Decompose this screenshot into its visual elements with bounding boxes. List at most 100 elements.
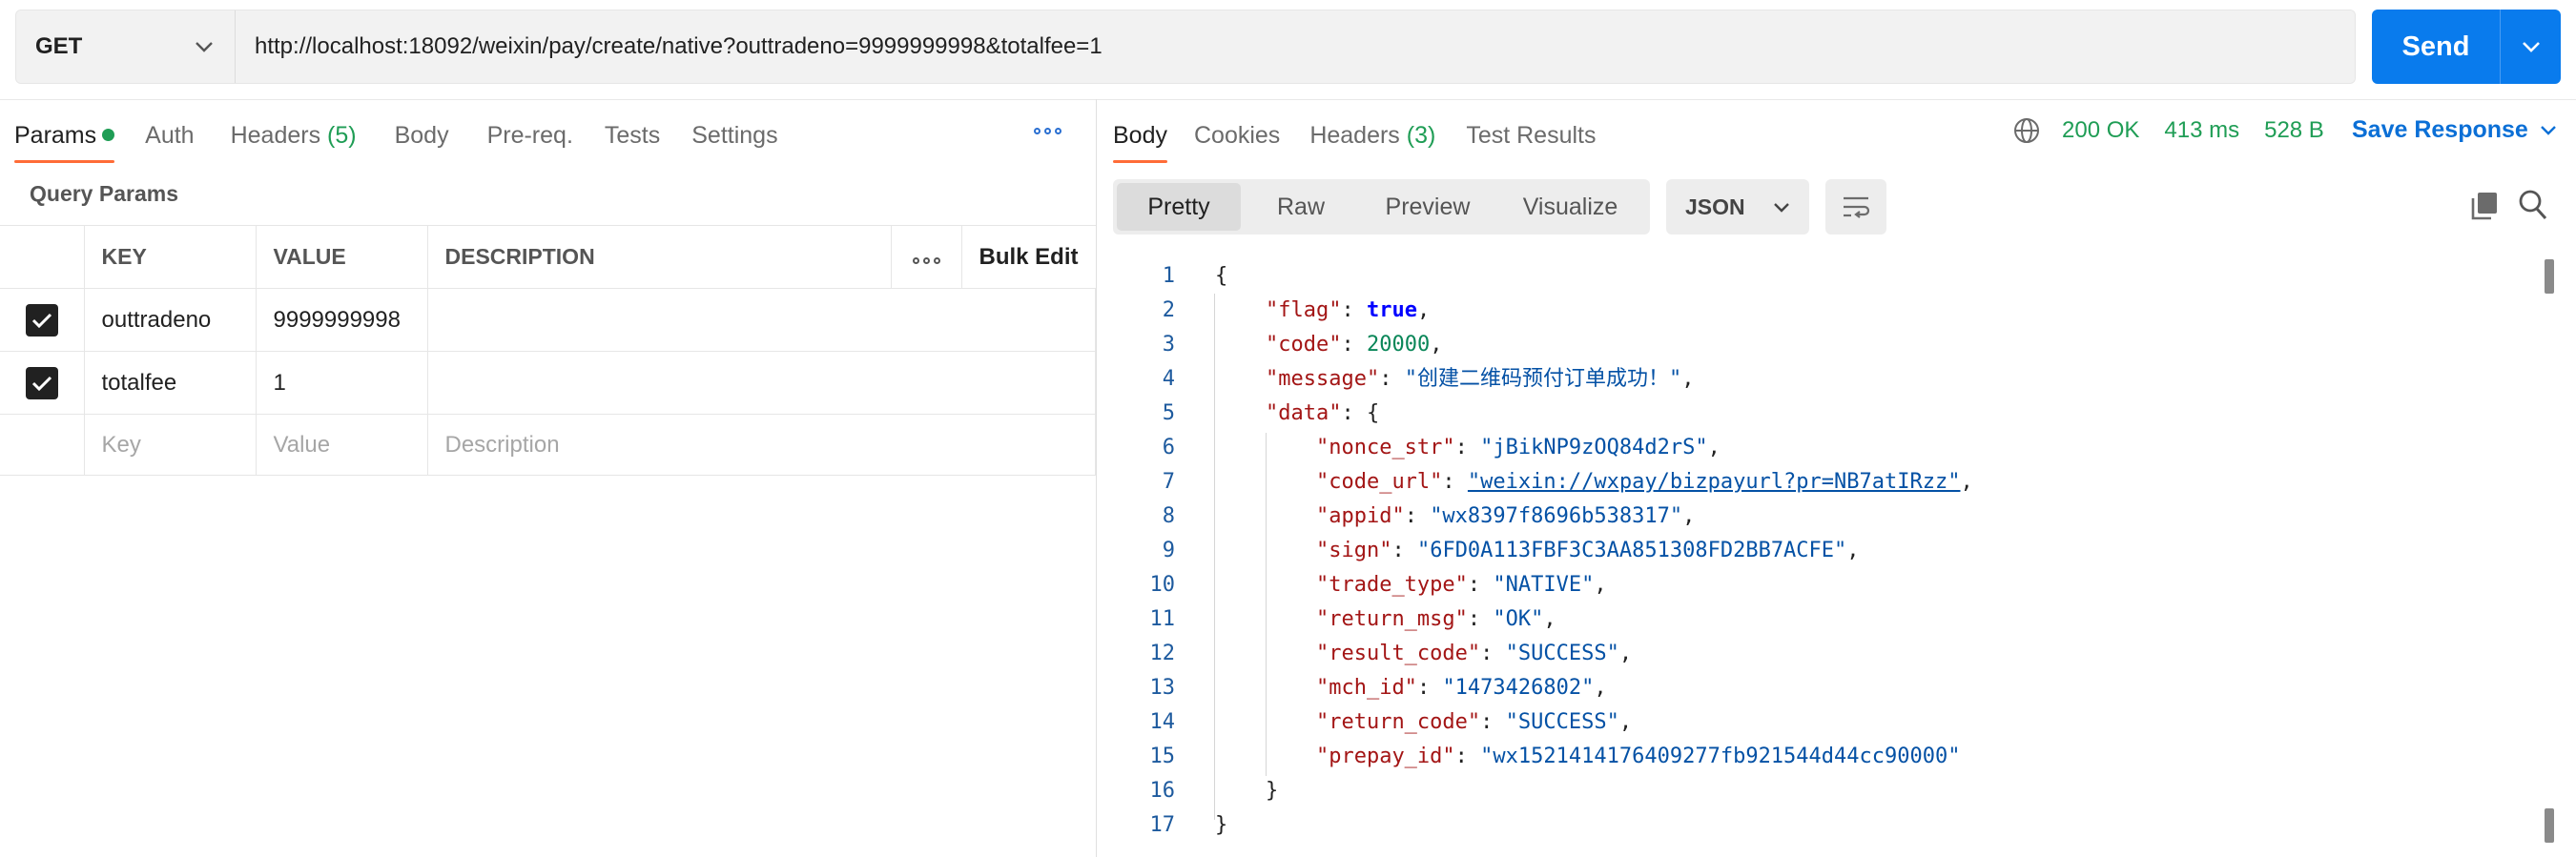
code-line: 8 "appid": "wx8397f8696b538317", <box>1125 500 2537 534</box>
line-number: 7 <box>1162 470 1175 494</box>
line-number: 1 <box>1162 264 1175 288</box>
code-token: : <box>1480 642 1506 665</box>
code-token: : <box>1341 333 1367 357</box>
code-text: } <box>1175 808 1227 843</box>
params-active-dot <box>102 129 115 141</box>
check-icon <box>31 376 52 391</box>
code-token: : <box>1416 676 1443 700</box>
tab-prereq[interactable]: Pre-req. <box>487 106 573 163</box>
value-column-header: VALUE <box>255 225 428 289</box>
key-column-header: KEY <box>83 225 257 289</box>
code-token: "NATIVE" <box>1493 573 1595 597</box>
code-text: "trade_type": "NATIVE", <box>1175 568 1607 602</box>
new-value-input[interactable]: Value <box>255 414 428 476</box>
search-icon <box>2519 190 2547 220</box>
code-token: "OK" <box>1493 607 1544 631</box>
code-line: 10 "trade_type": "NATIVE", <box>1125 568 2537 602</box>
tab-response-body[interactable]: Body <box>1113 106 1167 163</box>
more-options-icon[interactable] <box>1034 128 1061 134</box>
table-row: outtradeno 9999999998 <box>0 288 1096 352</box>
bulk-edit-button[interactable]: Bulk Edit <box>960 225 1096 289</box>
response-size[interactable]: 528 B <box>2264 117 2324 144</box>
tab-cookies[interactable]: Cookies <box>1194 106 1280 163</box>
line-number: 12 <box>1149 642 1176 665</box>
scroll-marker-bottom[interactable] <box>2545 808 2554 843</box>
row-checkbox[interactable] <box>25 366 58 399</box>
line-number: 6 <box>1162 436 1175 459</box>
chevron-down-icon <box>1774 202 1789 213</box>
code-token: , <box>1846 539 1860 562</box>
status-code[interactable]: 200 OK <box>2062 117 2139 144</box>
globe-icon[interactable] <box>2012 116 2041 145</box>
param-value-cell[interactable]: 9999999998 <box>255 288 428 352</box>
tab-settings[interactable]: Settings <box>691 106 777 163</box>
save-response-button[interactable]: Save Response <box>2352 116 2557 144</box>
description-column-header: DESCRIPTION <box>426 225 892 289</box>
copy-button[interactable] <box>2470 191 2499 226</box>
search-button[interactable] <box>2518 189 2548 226</box>
code-text: "prepay_id": "wx1521414176409277fb921544… <box>1175 740 1961 774</box>
response-tabs: Body Cookies Headers (3) Test Results <box>1113 106 1597 163</box>
param-description-cell[interactable] <box>426 288 1096 352</box>
method-select[interactable]: GET <box>16 10 236 83</box>
toolbar-divider <box>0 99 2576 100</box>
mode-pretty[interactable]: Pretty <box>1117 183 1241 231</box>
param-value-cell[interactable]: 1 <box>255 351 428 415</box>
tab-params[interactable]: Params <box>14 106 115 163</box>
tab-headers[interactable]: Headers (5) <box>231 106 357 163</box>
mode-preview[interactable]: Preview <box>1361 183 1494 231</box>
code-text: "message": "创建二维码预付订单成功！", <box>1175 362 1694 397</box>
code-token: "return_msg" <box>1315 607 1468 631</box>
row-checkbox[interactable] <box>25 303 58 337</box>
param-key-cell[interactable]: outtradeno <box>83 288 257 352</box>
format-select[interactable]: JSON <box>1666 179 1809 235</box>
new-description-input[interactable]: Description <box>426 414 1096 476</box>
code-text: "return_msg": "OK", <box>1175 602 1556 637</box>
tab-test-results-label: Test Results <box>1466 122 1597 149</box>
line-number: 5 <box>1162 401 1175 425</box>
code-token: "prepay_id" <box>1315 745 1455 768</box>
tab-tests-label: Tests <box>604 122 661 149</box>
tab-auth[interactable]: Auth <box>145 106 194 163</box>
code-token: , <box>1681 367 1695 391</box>
send-options-button[interactable] <box>2501 10 2561 84</box>
code-token: , <box>1594 676 1607 700</box>
scroll-marker-top[interactable] <box>2545 259 2554 294</box>
response-body-code[interactable]: 1{2 "flag": true, 3 "code": 20000, 4 "mess… <box>1125 259 2537 843</box>
code-token: 20000 <box>1366 333 1431 357</box>
column-options-button[interactable] <box>890 225 962 289</box>
url-input[interactable] <box>236 10 2355 83</box>
response-time[interactable]: 413 ms <box>2164 117 2239 144</box>
code-line: 12 "result_code": "SUCCESS", <box>1125 637 2537 671</box>
code-token: "sign" <box>1315 539 1392 562</box>
new-key-input[interactable]: Key <box>83 414 257 476</box>
row-checkbox-cell <box>0 351 85 415</box>
tab-response-headers[interactable]: Headers (3) <box>1309 106 1435 163</box>
tab-test-results[interactable]: Test Results <box>1466 106 1596 163</box>
code-token: "weixin://wxpay/bizpayurl?pr=NB7atIRzz" <box>1467 470 1961 494</box>
tab-response-body-label: Body <box>1113 122 1167 149</box>
code-text: "code_url": "weixin://wxpay/bizpayurl?pr… <box>1175 465 1973 500</box>
chevron-down-icon <box>2540 126 2556 135</box>
param-description-cell[interactable] <box>426 351 1096 415</box>
param-key-cell[interactable]: totalfee <box>83 351 257 415</box>
tab-body[interactable]: Body <box>395 106 449 163</box>
code-text: } <box>1175 774 1278 808</box>
send-button[interactable]: Send <box>2372 10 2500 84</box>
mode-raw[interactable]: Raw <box>1241 183 1361 231</box>
code-token: : <box>1404 504 1431 528</box>
tab-tests[interactable]: Tests <box>605 106 660 163</box>
row-checkbox-cell <box>0 288 85 352</box>
wrap-lines-button[interactable] <box>1825 179 1886 235</box>
pane-divider[interactable] <box>1096 99 1097 857</box>
code-token: { <box>1215 264 1228 288</box>
mode-visualize[interactable]: Visualize <box>1494 183 1646 231</box>
code-text: "result_code": "SUCCESS", <box>1175 637 1632 671</box>
table-row-new: Key Value Description <box>0 414 1096 476</box>
